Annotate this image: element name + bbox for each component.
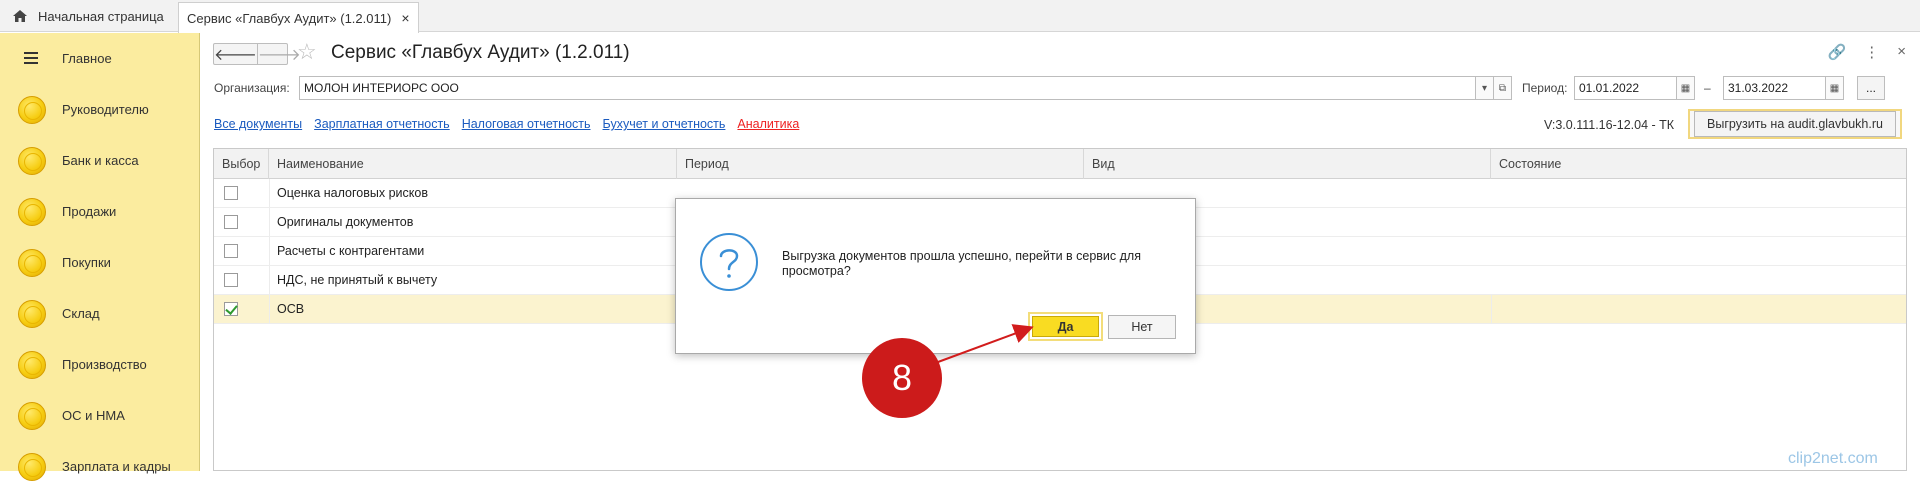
yes-button[interactable]: Да [1028,312,1103,341]
nav-buttons: 🡐 🡒 [213,43,301,65]
sidebar-item-label: Зарплата и кадры [62,459,171,474]
home-icon [13,10,27,22]
tab-audit-service-label: Сервис «Главбух Аудит» (1.2.011) [187,10,392,26]
coin-icon [18,402,46,430]
sidebar-item-label: Главное [62,51,112,66]
calendar-icon[interactable]: ▦ [1825,77,1843,99]
back-button[interactable]: 🡐 [214,44,257,64]
period-to-value: 31.03.2022 [1728,81,1789,95]
coin-icon [18,351,46,379]
close-icon[interactable]: × [1897,43,1906,61]
column-header-period[interactable]: Период [677,149,1084,179]
coin-icon [18,147,46,175]
more-icon[interactable]: ⋮ [1864,43,1879,61]
sidebar-item-sales[interactable]: Продажи [0,186,200,237]
row-name: Оценка налоговых рисков [277,186,428,200]
sidebar-item-main[interactable]: Главное [0,33,200,84]
window-controls: 🔗 ⋮ × [1828,43,1906,61]
favorite-star-icon[interactable]: ☆ [297,39,317,65]
close-tab-icon[interactable]: × [401,11,409,25]
table-header: Выбор Наименование Период Вид Состояние [214,149,1906,179]
sidebar-item-label: Руководителю [62,102,149,117]
row-name: НДС, не принятый к вычету [277,273,438,287]
open-icon[interactable]: ⧉ [1493,77,1511,99]
sidebar-item-label: Производство [62,357,147,372]
section-links: Все документы Зарплатная отчетность Нало… [214,117,799,131]
menu-icon [24,52,38,64]
coin-icon [18,198,46,226]
sidebar-item-label: Покупки [62,255,111,270]
row-checkbox[interactable] [224,186,238,200]
ellipsis-icon: ... [1865,81,1876,95]
cell-divider [269,266,270,294]
column-header-type[interactable]: Вид [1084,149,1491,179]
coin-icon [18,300,46,328]
organization-field[interactable]: МОЛОН ИНТЕРИОРС ООО ▾ ⧉ [299,76,1512,100]
sidebar-item-payroll[interactable]: Зарплата и кадры [0,441,200,492]
sidebar-item-production[interactable]: Производство [0,339,200,390]
column-header-name[interactable]: Наименование [269,149,677,179]
link-accounting-reports[interactable]: Бухучет и отчетность [603,117,726,131]
sidebar-item-label: Банк и касса [62,153,139,168]
row-checkbox[interactable] [224,215,238,229]
confirm-dialog: Выгрузка документов прошла успешно, пере… [675,198,1196,354]
link-all-documents[interactable]: Все документы [214,117,302,131]
organization-label: Организация: [214,81,290,95]
cell-divider [269,179,270,207]
cell-divider [269,237,270,265]
sidebar-item-label: Склад [62,306,100,321]
period-from-field[interactable]: 01.01.2022 ▦ [1574,76,1695,100]
coin-icon [18,249,46,277]
row-checkbox[interactable] [224,244,238,258]
sidebar-item-manager[interactable]: Руководителю [0,84,200,135]
period-from-value: 01.01.2022 [1579,81,1640,95]
no-button[interactable]: Нет [1108,315,1176,339]
question-icon [700,233,758,291]
row-name: ОСВ [277,302,305,316]
link-tax-reports[interactable]: Налоговая отчетность [462,117,591,131]
forward-button[interactable]: 🡒 [256,44,301,64]
dialog-message: Выгрузка документов прошла успешно, пере… [782,249,1141,278]
period-select-button[interactable]: ... [1857,76,1885,100]
watermark: clip2net.com [1788,450,1878,467]
period-dash: – [1704,81,1711,95]
column-header-status[interactable]: Состояние [1491,149,1906,179]
column-header-select[interactable]: Выбор [214,149,269,179]
version-label: V:3.0.111.16-12.04 - ТК [1544,118,1675,132]
dropdown-arrow-icon[interactable]: ▾ [1475,77,1493,99]
period-label: Период: [1522,81,1568,95]
cell-divider [269,295,270,323]
export-button[interactable]: Выгрузить на audit.glavbukh.ru [1688,109,1902,139]
row-checkbox[interactable] [224,273,238,287]
coin-icon [18,453,46,481]
sidebar-item-assets[interactable]: ОС и НМА [0,390,200,441]
sidebar-item-bank[interactable]: Банк и касса [0,135,200,186]
coin-icon [18,96,46,124]
step-marker: 8 [862,338,942,418]
cell-divider [269,208,270,236]
calendar-icon[interactable]: ▦ [1676,77,1694,99]
tab-home[interactable]: Начальная страница [0,0,176,32]
tab-bar: Начальная страница Сервис «Главбух Аудит… [0,0,1920,33]
row-name: Расчеты с контрагентами [277,244,425,258]
link-icon[interactable]: 🔗 [1828,43,1847,61]
page-title: Сервис «Главбух Аудит» (1.2.011) [331,42,630,63]
sidebar-item-purchases[interactable]: Покупки [0,237,200,288]
link-analytics[interactable]: Аналитика [737,117,799,131]
link-payroll-reports[interactable]: Зарплатная отчетность [314,117,450,131]
period-to-field[interactable]: 31.03.2022 ▦ [1723,76,1844,100]
sidebar-item-label: Продажи [62,204,117,219]
row-name: Оригиналы документов [277,215,414,229]
organization-value: МОЛОН ИНТЕРИОРС ООО [304,81,459,95]
cell-divider [1491,295,1492,323]
yes-button-label: Да [1032,316,1099,337]
export-button-label: Выгрузить на audit.glavbukh.ru [1694,111,1896,137]
sidebar-item-warehouse[interactable]: Склад [0,288,200,339]
row-checkbox-checked[interactable] [224,302,238,316]
sidebar-item-label: ОС и НМА [62,408,125,423]
tab-audit-service[interactable]: Сервис «Главбух Аудит» (1.2.011) × [178,2,419,33]
sidebar: Главное Руководителю Банк и касса Продаж… [0,33,200,481]
tab-home-label: Начальная страница [38,8,164,24]
